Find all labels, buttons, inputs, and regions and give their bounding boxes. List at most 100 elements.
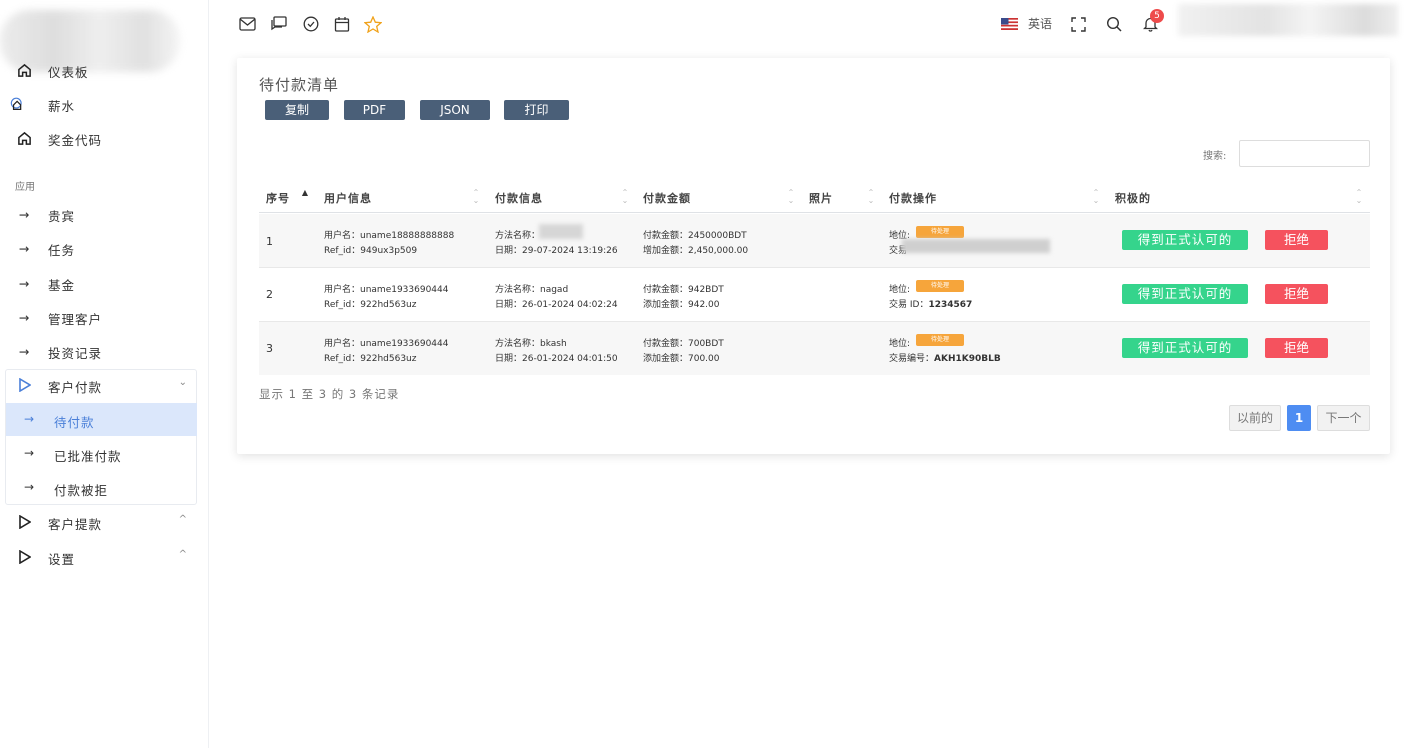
check-circle-icon[interactable] — [302, 15, 320, 33]
page-title: 待付款清单 — [259, 76, 340, 94]
user-profile[interactable] — [1178, 4, 1398, 36]
chat-icon[interactable] — [270, 15, 288, 33]
us-flag-icon[interactable] — [1000, 15, 1018, 33]
sidebar-item-investment-records[interactable]: → 投资记录 — [0, 334, 197, 368]
pay-amount: 付款金额：942BDT — [643, 285, 724, 295]
sidebar-item-settings[interactable]: 设置 ^ — [0, 540, 197, 574]
sidebar-subitem-label: 付款被拒 — [54, 483, 109, 498]
print-button[interactable]: 打印 — [504, 100, 569, 120]
reject-button[interactable]: 拒绝 — [1265, 284, 1328, 304]
calendar-icon[interactable] — [333, 15, 351, 33]
column-header-no[interactable]: 序号 — [266, 190, 290, 206]
mail-icon[interactable] — [238, 15, 256, 33]
salary-icon — [10, 96, 26, 112]
payment-method: 方法名称：bkash — [495, 339, 567, 349]
sidebar-item-label: 投资记录 — [48, 346, 103, 361]
status-label: 地位: — [889, 339, 911, 349]
arrow-right-icon: → — [18, 240, 30, 256]
payment-method: 方法名称： — [495, 231, 541, 241]
arrow-right-icon: → — [24, 446, 35, 460]
sidebar-subitem-label: 待付款 — [54, 415, 95, 430]
column-header-amount[interactable]: 付款金额 — [643, 190, 691, 206]
column-header-photo[interactable]: 照片 — [809, 190, 833, 206]
arrow-right-icon: → — [24, 412, 35, 426]
sort-icon[interactable]: ⌃ ⌄ — [621, 189, 629, 205]
section-label: 应用 — [15, 182, 35, 193]
sort-icon[interactable]: ⌃ ⌄ — [867, 189, 875, 205]
reject-button[interactable]: 拒绝 — [1265, 338, 1328, 358]
search-input[interactable] — [1239, 140, 1370, 167]
pagination-page-1[interactable]: 1 — [1287, 405, 1311, 431]
sort-icon[interactable]: ⌃ ⌄ — [787, 189, 795, 205]
pdf-button[interactable]: PDF — [344, 100, 405, 120]
pagination-prev[interactable]: 以前的 — [1229, 405, 1281, 431]
ref-id: Ref_id：922hd563uz — [324, 354, 417, 364]
transaction-id: AKH1K90BLB — [934, 354, 1001, 364]
add-amount: 添加金额：942.00 — [643, 300, 720, 310]
sidebar-item-label: 设置 — [48, 552, 76, 567]
copy-button[interactable]: 复制 — [265, 100, 329, 120]
redacted-transaction — [902, 239, 1050, 253]
status-badge: 待处理 — [916, 334, 964, 346]
sidebar-item-salary[interactable]: 薪水 — [0, 87, 197, 121]
row-number: 2 — [266, 288, 273, 301]
column-header-payment-info[interactable]: 付款信息 — [495, 190, 543, 206]
status-badge: 待处理 — [916, 226, 964, 238]
sidebar-item-tasks[interactable]: → 任务 — [0, 231, 197, 265]
fullscreen-icon[interactable] — [1069, 15, 1087, 33]
transaction-id: 1234567 — [928, 300, 973, 310]
payment-method: 方法名称：nagad — [495, 285, 569, 295]
sidebar-item-dashboard[interactable]: 仪表板 — [0, 53, 197, 87]
search-icon[interactable] — [1105, 15, 1123, 33]
sort-icon[interactable]: ⌃ ⌄ — [472, 189, 480, 205]
sort-icon[interactable]: ⌃ ⌄ — [1092, 189, 1100, 205]
divider — [259, 212, 1370, 213]
chevron-up-icon: ^ — [178, 514, 187, 525]
sort-asc-icon[interactable]: ▲ — [301, 189, 309, 197]
column-header-payment-action[interactable]: 付款操作 — [889, 190, 937, 206]
transaction-label: 交易 ID：1234567 — [889, 297, 972, 310]
payment-date: 日期：29-07-2024 13:19:26 — [495, 246, 618, 256]
column-header-user-info[interactable]: 用户信息 — [324, 190, 372, 206]
sidebar-item-customer-withdrawals[interactable]: 客户提款 ^ — [0, 505, 197, 539]
sidebar-item-manage-customers[interactable]: → 管理客户 — [0, 300, 197, 334]
sort-icon[interactable]: ⌃ ⌄ — [1355, 189, 1363, 205]
redacted-method — [539, 224, 583, 239]
sidebar-subitem-approved-payments[interactable]: → 已批准付款 — [6, 437, 197, 470]
username: 用户名：uname1933690444 — [324, 339, 449, 349]
reject-button[interactable]: 拒绝 — [1265, 230, 1328, 250]
arrow-right-icon: → — [24, 480, 35, 494]
approve-button[interactable]: 得到正式认可的 — [1122, 230, 1248, 250]
sidebar-item-label: 仪表板 — [48, 65, 89, 80]
sidebar-subitem-rejected-payments[interactable]: → 付款被拒 — [6, 471, 197, 504]
column-header-active[interactable]: 积极的 — [1115, 190, 1151, 206]
sidebar-item-label: 奖金代码 — [48, 133, 103, 148]
sidebar-item-label: 基金 — [48, 278, 76, 293]
sidebar-item-label: 管理客户 — [48, 312, 103, 327]
pay-amount: 付款金额：2450000BDT — [643, 231, 747, 241]
arrow-right-icon: → — [18, 206, 30, 222]
home-icon — [16, 130, 32, 146]
transaction-id-label: 交易编号： — [889, 354, 935, 364]
sidebar-item-funds[interactable]: → 基金 — [0, 266, 197, 300]
approve-button[interactable]: 得到正式认可的 — [1122, 338, 1248, 358]
username: 用户名：uname1933690444 — [324, 285, 449, 295]
row-number: 1 — [266, 235, 273, 248]
pagination-next[interactable]: 下一个 — [1317, 405, 1370, 431]
ref-id: Ref_id：922hd563uz — [324, 300, 417, 310]
sidebar-item-bonus-code[interactable]: 奖金代码 — [0, 121, 197, 155]
chevron-down-icon: ⌄ — [178, 377, 187, 388]
star-icon[interactable] — [364, 15, 382, 33]
sidebar-item-label: 贵宾 — [48, 209, 76, 224]
play-icon — [16, 514, 32, 530]
play-icon — [16, 549, 32, 565]
sidebar-item-label: 任务 — [48, 243, 76, 258]
language-label[interactable]: 英语 — [1028, 15, 1052, 32]
sidebar-item-customer-payments[interactable]: 客户付款 ⌄ — [0, 368, 197, 402]
sidebar-item-vip[interactable]: → 贵宾 — [0, 197, 197, 231]
add-amount: 添加金额：700.00 — [643, 354, 720, 364]
arrow-right-icon: → — [18, 309, 30, 325]
approve-button[interactable]: 得到正式认可的 — [1122, 284, 1248, 304]
json-button[interactable]: JSON — [420, 100, 490, 120]
sidebar-subitem-pending-payments[interactable]: → 待付款 — [6, 403, 197, 436]
